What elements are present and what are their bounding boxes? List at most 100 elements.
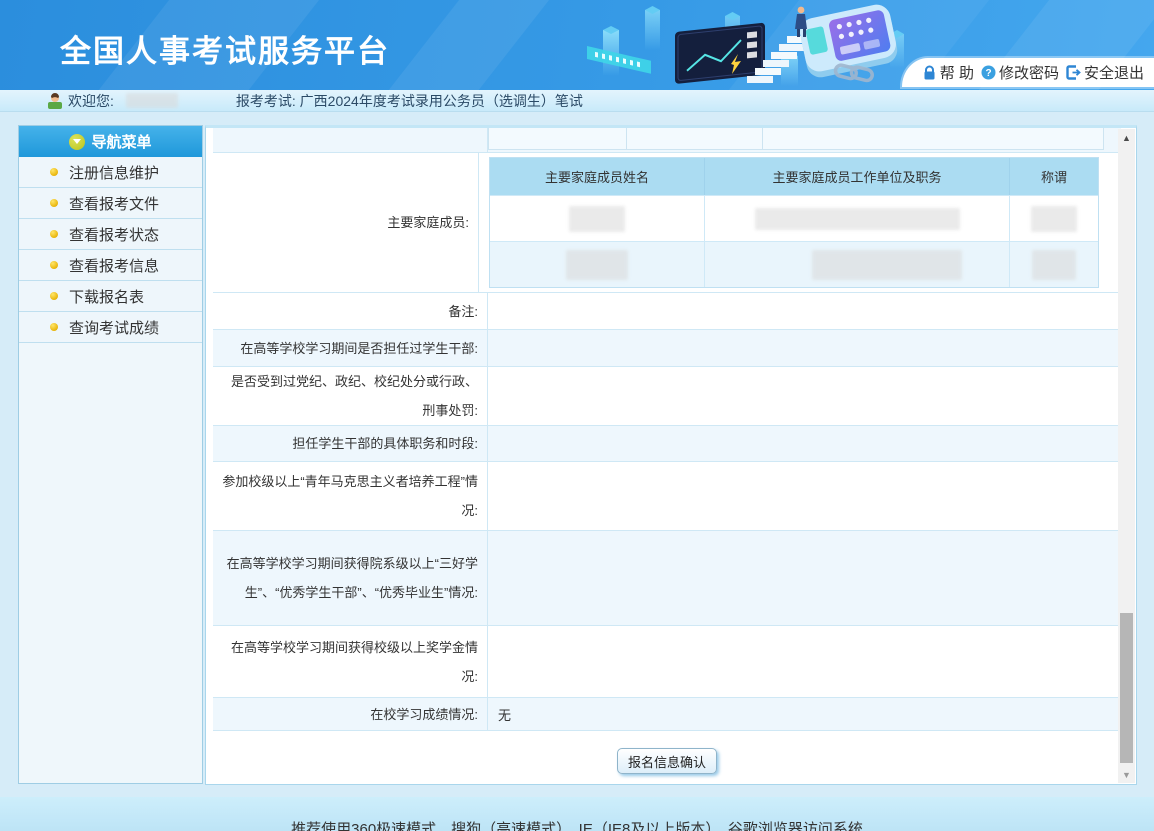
row-label [213, 128, 488, 152]
sidebar-item-label: 查看报考文件 [69, 193, 159, 214]
row-value [488, 626, 1121, 697]
sidebar-item-download-form[interactable]: 下载报名表 [19, 281, 202, 312]
change-password-label: 修改密码 [999, 62, 1059, 83]
sidebar-item-label: 查看报考信息 [69, 255, 159, 276]
user-avatar-icon [47, 93, 63, 109]
table-row-academic-performance: 在校学习成绩情况: 无 [213, 698, 1121, 731]
main-panel: 主要家庭成员: 主要家庭成员姓名 主要家庭成员工作单位及职务 称谓 [205, 125, 1137, 785]
cell-name [490, 242, 705, 287]
yellow-dot-icon [50, 230, 58, 238]
help-label: 帮 助 [940, 62, 974, 83]
scroll-down-arrow-icon[interactable]: ▼ [1118, 766, 1135, 783]
vertical-scrollbar[interactable]: ▲ ▼ [1118, 129, 1135, 783]
row-label: 是否受到过党纪、政纪、校纪处分或行政、刑事处罚: [213, 367, 488, 425]
sidebar-item-view-info[interactable]: 查看报考信息 [19, 250, 202, 281]
family-members-table: 主要家庭成员姓名 主要家庭成员工作单位及职务 称谓 [489, 157, 1099, 288]
table-row-cadre-position-period: 担任学生干部的具体职务和时段: [213, 426, 1121, 462]
sidebar-item-view-status[interactable]: 查看报考状态 [19, 219, 202, 250]
row-label: 备注: [213, 293, 488, 329]
table-row-truncated [213, 128, 1121, 153]
question-circle-icon: ? [981, 65, 996, 80]
scrollbar-thumb[interactable] [1120, 613, 1133, 763]
row-label: 担任学生干部的具体职务和时段: [213, 426, 488, 461]
button-area: 报名信息确认 [213, 731, 1121, 791]
sidebar: 导航菜单 注册信息维护 查看报考文件 查看报考状态 查看报考信息 下载报名表 查… [18, 125, 203, 784]
table-cell [489, 128, 627, 149]
row-value [488, 293, 1121, 329]
column-header: 主要家庭成员工作单位及职务 [705, 158, 1010, 195]
exam-label: 报考考试: 广西2024年度考试录用公务员（选调生）笔试 [236, 91, 583, 111]
family-table-header: 主要家庭成员姓名 主要家庭成员工作单位及职务 称谓 [490, 158, 1098, 195]
row-value [488, 128, 1121, 152]
row-label: 参加校级以上“青年马克思主义者培养工程”情况: [213, 462, 488, 530]
logout-label: 安全退出 [1084, 62, 1144, 83]
row-label: 在高等学校学习期间是否担任过学生干部: [213, 330, 488, 366]
row-value [488, 330, 1121, 366]
yellow-dot-icon [50, 261, 58, 269]
yellow-dot-icon [50, 323, 58, 331]
page-title: 全国人事考试服务平台 [60, 26, 390, 71]
change-password-button[interactable]: ? 修改密码 [981, 62, 1059, 83]
table-row-student-cadre: 在高等学校学习期间是否担任过学生干部: [213, 330, 1121, 367]
page-footer: 推荐使用360极速模式、搜狗（高速模式）、IE（IE8及以上版本）、谷歌浏览器访… [0, 797, 1154, 831]
table-row-discipline-punishment: 是否受到过党纪、政纪、校纪处分或行政、刑事处罚: [213, 367, 1121, 426]
row-value: 主要家庭成员姓名 主要家庭成员工作单位及职务 称谓 [479, 153, 1121, 292]
scroll-up-arrow-icon[interactable]: ▲ [1118, 129, 1135, 146]
page-body: 导航菜单 注册信息维护 查看报考文件 查看报考状态 查看报考信息 下载报名表 查… [0, 112, 1154, 797]
redacted-username [126, 93, 178, 108]
sidebar-item-label: 下载报名表 [69, 286, 144, 307]
row-value [488, 367, 1121, 425]
truncated-inner-table [488, 128, 1104, 150]
help-button[interactable]: 帮 助 [922, 62, 974, 83]
cell-name [490, 196, 705, 241]
registration-info-table: 主要家庭成员: 主要家庭成员姓名 主要家庭成员工作单位及职务 称谓 [213, 128, 1121, 791]
table-row-marxist-program: 参加校级以上“青年马克思主义者培养工程”情况: [213, 462, 1121, 531]
logout-button[interactable]: 安全退出 [1066, 62, 1144, 83]
cell-work-unit [705, 242, 1010, 287]
cell-work-unit [705, 196, 1010, 241]
table-cell [627, 128, 763, 149]
table-row-scholarship: 在高等学校学习期间获得校级以上奖学金情况: [213, 626, 1121, 698]
sidebar-item-label: 注册信息维护 [69, 162, 159, 183]
family-table-row [490, 241, 1098, 287]
table-row-remarks: 备注: [213, 293, 1121, 330]
row-value [488, 426, 1121, 461]
table-cell [763, 128, 1103, 149]
row-label: 主要家庭成员: [213, 153, 479, 292]
confirm-registration-button[interactable]: 报名信息确认 [617, 748, 717, 774]
row-label: 在高等学校学习期间获得院系级以上“三好学生”、“优秀学生干部”、“优秀毕业生”情… [213, 531, 488, 625]
row-label: 在高等学校学习期间获得校级以上奖学金情况: [213, 626, 488, 697]
cell-relation [1010, 196, 1098, 241]
lock-icon [922, 65, 937, 80]
app-header: 全国人事考试服务平台 帮 助 ? 修改密码 安全退出 [0, 0, 1154, 90]
welcome-bar: 欢迎您: 报考考试: 广西2024年度考试录用公务员（选调生）笔试 [0, 90, 1154, 112]
column-header: 主要家庭成员姓名 [490, 158, 705, 195]
yellow-dot-icon [50, 199, 58, 207]
banner-illustration [585, 0, 915, 90]
header-toolbar: 帮 助 ? 修改密码 安全退出 [902, 58, 1154, 87]
sidebar-item-view-exam-files[interactable]: 查看报考文件 [19, 188, 202, 219]
sidebar-item-query-scores[interactable]: 查询考试成绩 [19, 312, 202, 343]
column-header: 称谓 [1010, 158, 1098, 195]
nav-menu-title: 导航菜单 [91, 131, 151, 152]
exit-icon [1066, 65, 1081, 80]
family-table-row [490, 195, 1098, 241]
sidebar-item-label: 查询考试成绩 [69, 317, 159, 338]
row-value [488, 531, 1121, 625]
nav-menu-header[interactable]: 导航菜单 [19, 126, 202, 157]
sidebar-item-label: 查看报考状态 [69, 224, 159, 245]
chevron-down-icon [69, 134, 85, 150]
row-value: 无 [488, 698, 1121, 730]
row-value [488, 462, 1121, 530]
row-label: 在校学习成绩情况: [213, 698, 488, 730]
sidebar-item-register-info[interactable]: 注册信息维护 [19, 157, 202, 188]
svg-text:?: ? [985, 68, 991, 79]
welcome-greeting: 欢迎您: [68, 91, 114, 111]
cell-relation [1010, 242, 1098, 287]
table-row-family-members: 主要家庭成员: 主要家庭成员姓名 主要家庭成员工作单位及职务 称谓 [213, 153, 1121, 293]
table-row-honors: 在高等学校学习期间获得院系级以上“三好学生”、“优秀学生干部”、“优秀毕业生”情… [213, 531, 1121, 626]
banner-streak [365, 0, 564, 90]
browser-recommendation-text: 推荐使用360极速模式、搜狗（高速模式）、IE（IE8及以上版本）、谷歌浏览器访… [291, 818, 863, 831]
yellow-dot-icon [50, 292, 58, 300]
yellow-dot-icon [50, 168, 58, 176]
